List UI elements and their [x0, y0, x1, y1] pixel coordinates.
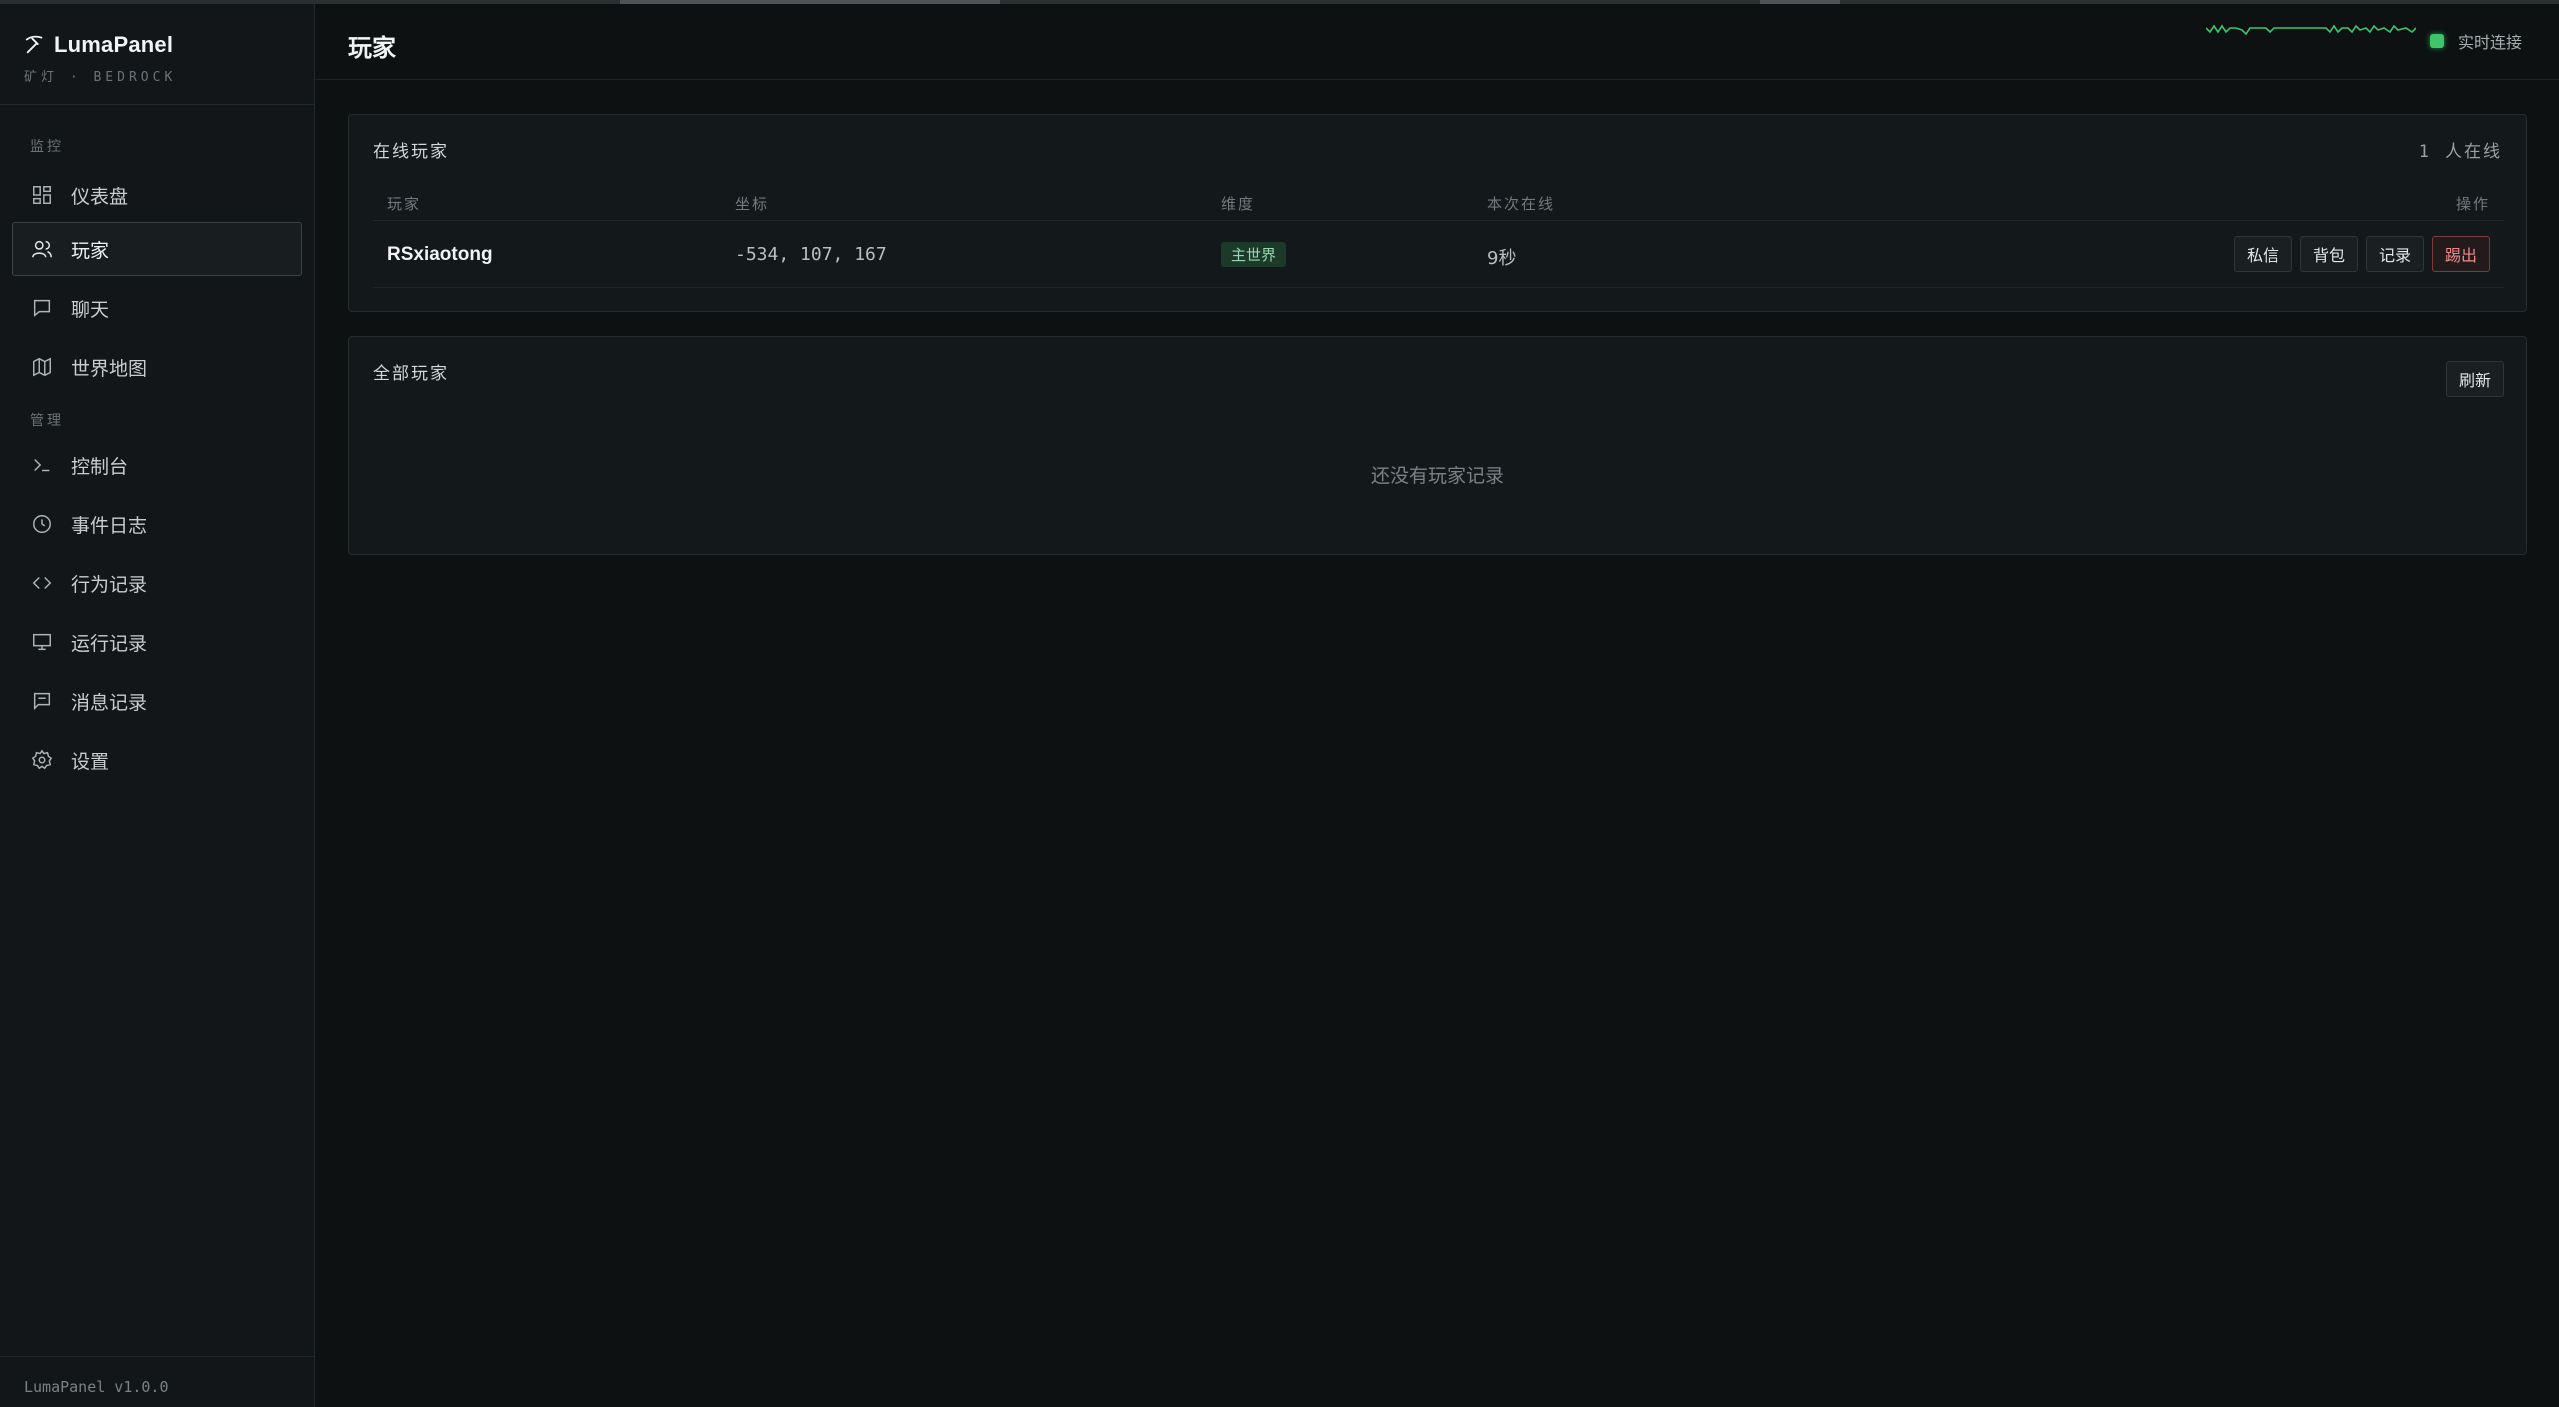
message-icon	[33, 692, 51, 711]
sidebar-item-event-log[interactable]: 事件日志	[12, 497, 302, 551]
nav-section-manage: 管理	[30, 413, 64, 429]
online-players-title: 在线玩家	[373, 142, 449, 162]
dimension-badge: 主世界	[1221, 242, 1287, 267]
terminal-icon	[34, 458, 50, 472]
chat-icon	[33, 299, 51, 317]
page-title: 玩家	[348, 34, 396, 62]
clock-icon	[33, 515, 51, 533]
connection-status-indicator	[2430, 34, 2444, 48]
all-players-title: 全部玩家	[373, 364, 449, 384]
sidebar-item-world-map[interactable]: 世界地图	[12, 340, 302, 394]
whisper-button[interactable]: 私信	[2233, 236, 2292, 272]
table-header: 玩家 坐标 维度 本次在线 操作	[373, 189, 2504, 221]
brand-name: LumaPanel	[54, 32, 174, 57]
pickaxe-icon	[25, 35, 43, 54]
sidebar-item-behavior-log[interactable]: 行为记录	[12, 556, 302, 610]
player-name: RSxiaotong	[387, 244, 493, 265]
history-button[interactable]: 记录	[2365, 236, 2424, 272]
sidebar-item-dashboard[interactable]: 仪表盘	[12, 168, 302, 222]
all-players-panel: 全部玩家 刷新 还没有玩家记录	[348, 336, 2527, 555]
sidebar-item-console[interactable]: 控制台	[12, 438, 302, 492]
sidebar-item-settings[interactable]: 设置	[12, 733, 302, 787]
column-header-actions: 操作	[2455, 195, 2490, 213]
sidebar-item-label: 聊天	[71, 298, 110, 321]
online-players-panel: 在线玩家 1 人在线 玩家 坐标 维度 本次在线 操作 RSxiaotong -5…	[348, 114, 2527, 312]
brand: LumaPanel 矿灯 · BEDROCK	[24, 32, 176, 85]
code-icon	[32, 576, 52, 590]
sidebar-item-label: 事件日志	[71, 514, 148, 537]
column-header-dimension: 维度	[1221, 195, 1256, 213]
sidebar-item-label: 仪表盘	[71, 185, 129, 208]
column-header-player: 玩家	[387, 195, 422, 213]
page-header: 玩家 实时连接	[316, 4, 2559, 80]
sidebar: LumaPanel 矿灯 · BEDROCK 监控 仪表盘 玩家 聊天 世界地图…	[0, 4, 315, 1407]
sidebar-item-chat[interactable]: 聊天	[12, 281, 302, 335]
map-icon	[33, 357, 51, 377]
refresh-button[interactable]: 刷新	[2445, 361, 2504, 397]
row-actions: 私信 背包 记录 踢出	[2233, 236, 2490, 272]
column-header-coords: 坐标	[735, 195, 770, 213]
empty-state-text: 还没有玩家记录	[1370, 465, 1504, 487]
gear-icon	[31, 749, 53, 770]
sidebar-item-players[interactable]: 玩家	[12, 222, 302, 276]
inventory-button[interactable]: 背包	[2299, 236, 2358, 272]
online-count-number: 1	[2418, 142, 2431, 162]
sidebar-footer-divider	[0, 1356, 315, 1357]
sidebar-item-label: 运行记录	[71, 632, 148, 655]
column-header-session: 本次在线	[1487, 195, 1556, 213]
online-count-suffix: 人在线	[2445, 142, 2502, 162]
sidebar-item-label: 行为记录	[71, 573, 148, 596]
monitor-icon	[33, 633, 51, 651]
brand-subtitle: 矿灯 · BEDROCK	[24, 70, 177, 85]
sidebar-item-label: 世界地图	[71, 357, 148, 380]
sidebar-item-label: 控制台	[71, 455, 129, 478]
version-label: LumaPanel v1.0.0	[24, 1378, 169, 1396]
users-icon	[32, 240, 52, 258]
kick-button[interactable]: 踢出	[2431, 236, 2490, 272]
sidebar-item-label: 消息记录	[71, 691, 148, 714]
table-row: RSxiaotong -534, 107, 167 主世界 9秒 私信 背包 记…	[373, 222, 2504, 288]
sidebar-item-run-log[interactable]: 运行记录	[12, 615, 302, 669]
sidebar-item-message-log[interactable]: 消息记录	[12, 674, 302, 728]
sidebar-item-label: 玩家	[71, 239, 110, 262]
dashboard-icon	[33, 186, 51, 204]
nav-section-monitor: 监控	[30, 139, 64, 155]
sidebar-item-label: 设置	[71, 750, 110, 773]
connection-status-text: 实时连接	[2458, 33, 2523, 52]
connection-activity-sparkline	[2206, 24, 2416, 36]
session-time: 9秒	[1487, 248, 1517, 269]
brand-divider	[0, 104, 315, 105]
player-coords: -534, 107, 167	[735, 244, 887, 265]
online-count: 1 人在线	[2419, 137, 2502, 162]
